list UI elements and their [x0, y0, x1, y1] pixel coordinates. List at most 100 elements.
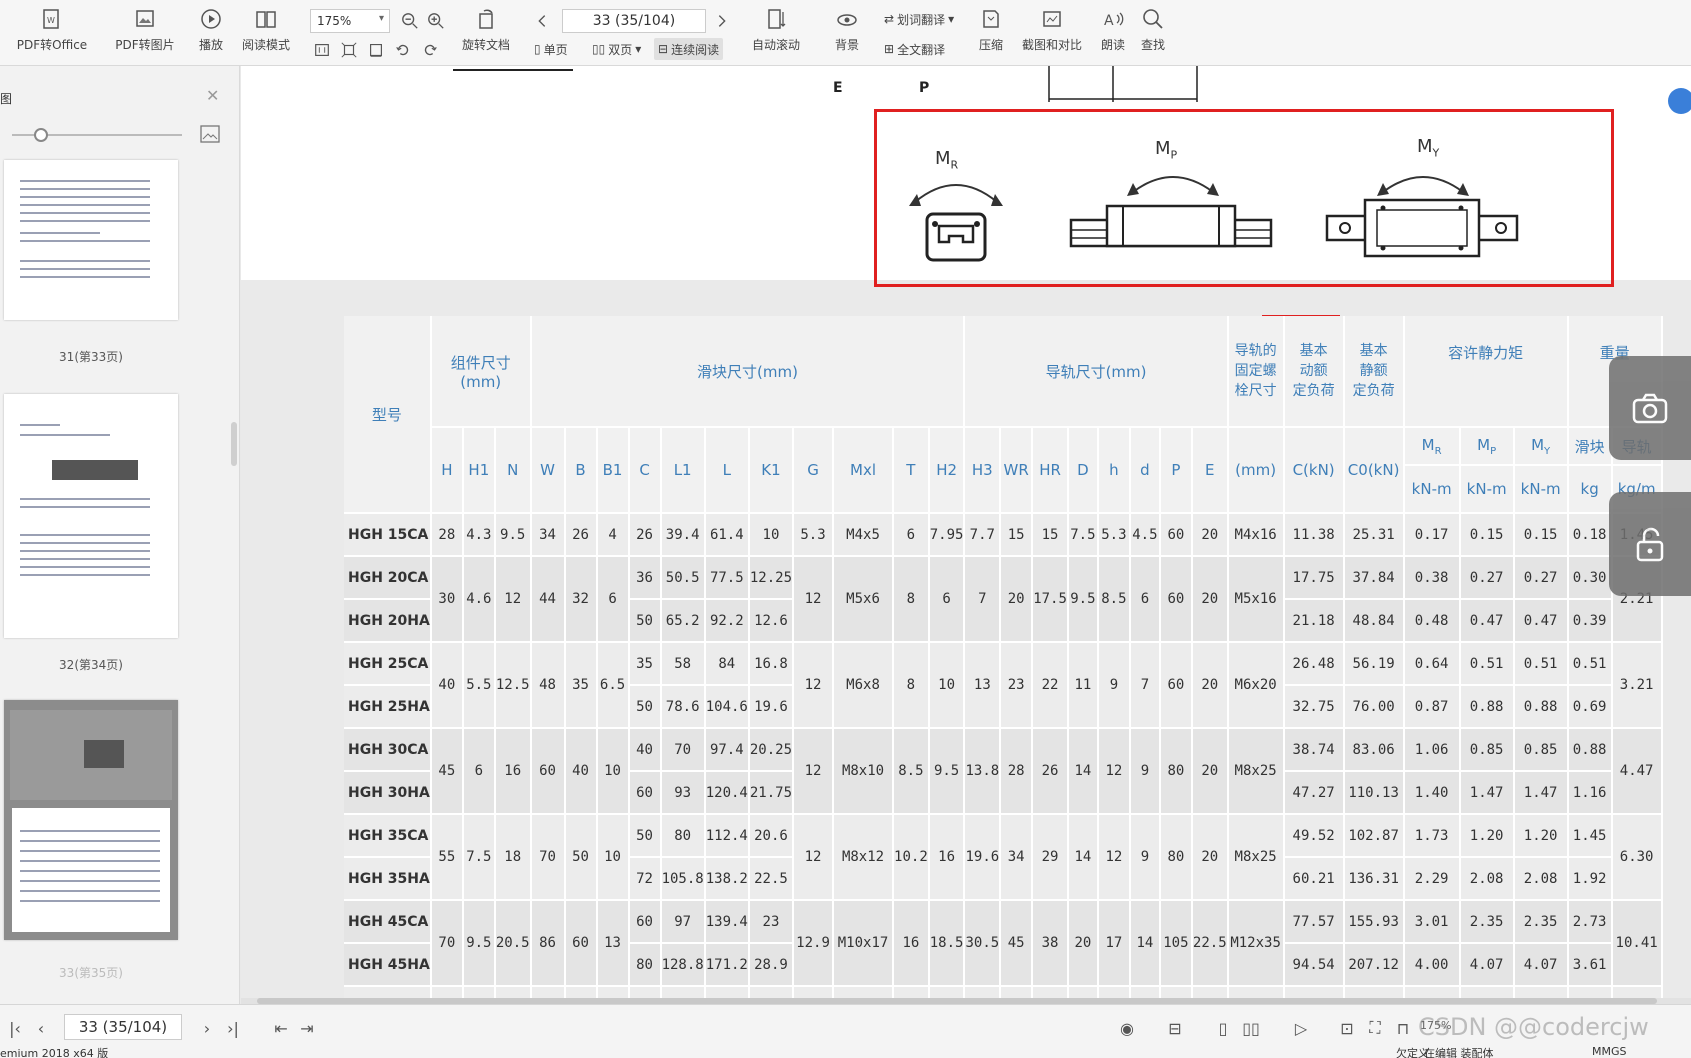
- read-aloud-button[interactable]: A 朗读: [1098, 6, 1128, 62]
- page-thumbnail-31[interactable]: [4, 160, 178, 320]
- fit-page-icon[interactable]: ⛶: [1364, 1017, 1386, 1039]
- fit-width-icon[interactable]: ⊓: [1392, 1017, 1414, 1039]
- table-cell: 14: [1067, 814, 1099, 901]
- actual-size-icon[interactable]: ⊡: [1336, 1017, 1358, 1039]
- word-translate-button[interactable]: ⇄ 划词翻译 ▾: [880, 8, 958, 30]
- close-icon[interactable]: ✕: [206, 86, 219, 105]
- table-cell: 32: [564, 556, 598, 643]
- table-cell: 50.5: [660, 556, 706, 600]
- auto-scroll-button[interactable]: 自动滚动: [744, 6, 808, 62]
- table-row: HGH 30CA 45 6 16 60 40 10 40 70 97.4 20.25 12 M8x10 8…: [344, 728, 1663, 815]
- zoom-select[interactable]: 175% ▾: [310, 9, 390, 33]
- page-thumbnail-32[interactable]: [4, 394, 178, 638]
- table-cell: 138.2: [704, 857, 750, 901]
- table-cell: 20: [1191, 642, 1229, 729]
- next-page-icon[interactable]: [712, 11, 732, 31]
- table-cell: 7.5: [462, 814, 496, 901]
- play-button[interactable]: 播放: [194, 6, 228, 62]
- back-icon[interactable]: ⇤: [270, 1017, 292, 1039]
- page-thumbnail-33-selected[interactable]: [4, 700, 178, 940]
- col-header: C0(kN): [1343, 427, 1405, 514]
- table-cell: 35: [628, 642, 662, 686]
- background-button[interactable]: 背景: [828, 6, 866, 62]
- table-cell: 61.4: [704, 513, 750, 557]
- double-page-button[interactable]: ▯▯ 双页 ▾: [588, 38, 645, 60]
- table-cell: 4.47: [1611, 728, 1663, 815]
- table-cell: 70: [530, 814, 566, 901]
- table-cell: 104.6: [704, 685, 750, 729]
- find-button[interactable]: 查找: [1138, 6, 1168, 62]
- table-cell: 22: [1032, 642, 1069, 729]
- fit-page-icon[interactable]: [339, 40, 359, 60]
- table-cell: 20.6: [748, 814, 795, 858]
- table-cell: 23: [1000, 642, 1034, 729]
- single-page-icon[interactable]: ▯: [1212, 1017, 1234, 1039]
- table-cell: 60: [1159, 513, 1193, 557]
- zoom-in-icon[interactable]: [426, 11, 446, 31]
- status-page-input[interactable]: 33 (35/104): [64, 1014, 182, 1040]
- model-cell: HGH 30HA: [344, 771, 432, 815]
- read-mode-button[interactable]: 阅读模式: [238, 6, 294, 62]
- model-cell: HGH 35CA: [344, 814, 432, 858]
- last-page-icon[interactable]: ›|: [222, 1017, 244, 1039]
- prev-page-icon[interactable]: ‹: [30, 1017, 52, 1039]
- next-page-icon[interactable]: ›: [196, 1017, 218, 1039]
- table-cell: 12: [793, 556, 835, 643]
- slider-handle[interactable]: [34, 128, 48, 142]
- col-unit: kg: [1567, 465, 1613, 514]
- svg-text:A: A: [1104, 13, 1114, 29]
- col-unit: kN-m: [1403, 465, 1461, 514]
- table-cell: 207.12: [1343, 943, 1405, 987]
- actual-size-icon[interactable]: [312, 40, 332, 60]
- forward-icon[interactable]: ⇥: [296, 1017, 318, 1039]
- table-cell: 136.31: [1343, 857, 1405, 901]
- table-cell: 20: [1000, 556, 1034, 643]
- sidebar-title: 图: [0, 92, 13, 106]
- col-header: WR: [1000, 427, 1034, 514]
- assistant-icon[interactable]: [1668, 88, 1691, 114]
- zoom-out-icon[interactable]: [400, 11, 420, 31]
- table-cell: 4.6: [462, 556, 496, 643]
- prev-page-icon[interactable]: [532, 11, 552, 31]
- double-page-icon[interactable]: ▯▯: [1240, 1017, 1262, 1039]
- table-cell: 13: [964, 642, 1002, 729]
- pdf-to-image-button[interactable]: PDF转图片: [110, 6, 180, 62]
- fit-width-icon[interactable]: [366, 40, 386, 60]
- rotate-doc-icon: [473, 6, 499, 32]
- col-header: H: [430, 427, 464, 514]
- dimension-p: P: [919, 80, 930, 96]
- table-row: HGH 20CA 30 4.6 12 44 32 6 36 50.5 77.5 12.25 12 M5x…: [344, 556, 1663, 643]
- pdf-to-office-button[interactable]: W PDF转Office: [8, 6, 96, 62]
- page-number-input[interactable]: 33 (35/104): [562, 9, 706, 33]
- first-page-icon[interactable]: |‹: [4, 1017, 26, 1039]
- table-cell: 2.35: [1459, 900, 1515, 944]
- rotate-left-icon[interactable]: [393, 40, 413, 60]
- camera-button[interactable]: [1609, 356, 1691, 460]
- table-cell: 12: [494, 556, 532, 643]
- eye-icon[interactable]: ◉: [1116, 1017, 1138, 1039]
- table-cell: M8x25: [1227, 728, 1285, 815]
- table-cell: 155.93: [1343, 900, 1405, 944]
- table-cell: 26: [1032, 728, 1069, 815]
- rotate-right-icon[interactable]: [420, 40, 440, 60]
- screenshot-compare-button[interactable]: 截图和对比: [1018, 6, 1086, 62]
- unlock-button[interactable]: [1609, 492, 1691, 596]
- sidebar-scrollbar[interactable]: [231, 422, 237, 466]
- table-cell: 8: [893, 556, 930, 643]
- table-cell: 65.2: [660, 599, 706, 643]
- image-icon[interactable]: [200, 125, 220, 143]
- table-cell: 26.48: [1283, 642, 1345, 686]
- rotate-doc-button[interactable]: 旋转文档: [458, 6, 514, 62]
- compress-button[interactable]: 压缩: [976, 6, 1006, 62]
- table-cell: 0.51: [1459, 642, 1515, 686]
- col-moment-mp: MP: [1459, 427, 1515, 466]
- continuous-icon[interactable]: ⊟: [1164, 1017, 1186, 1039]
- play-icon[interactable]: ▷: [1290, 1017, 1312, 1039]
- full-translate-button[interactable]: ⊞ 全文翻译: [880, 38, 949, 60]
- col-model: 型号: [344, 316, 432, 514]
- continuous-read-button[interactable]: ⊟ 连续阅读: [654, 38, 724, 60]
- model-cell: HGH 20HA: [344, 599, 432, 643]
- table-cell: 60: [1159, 642, 1193, 729]
- eye-icon: [834, 6, 860, 32]
- single-page-button[interactable]: ▯ 单页: [530, 38, 572, 60]
